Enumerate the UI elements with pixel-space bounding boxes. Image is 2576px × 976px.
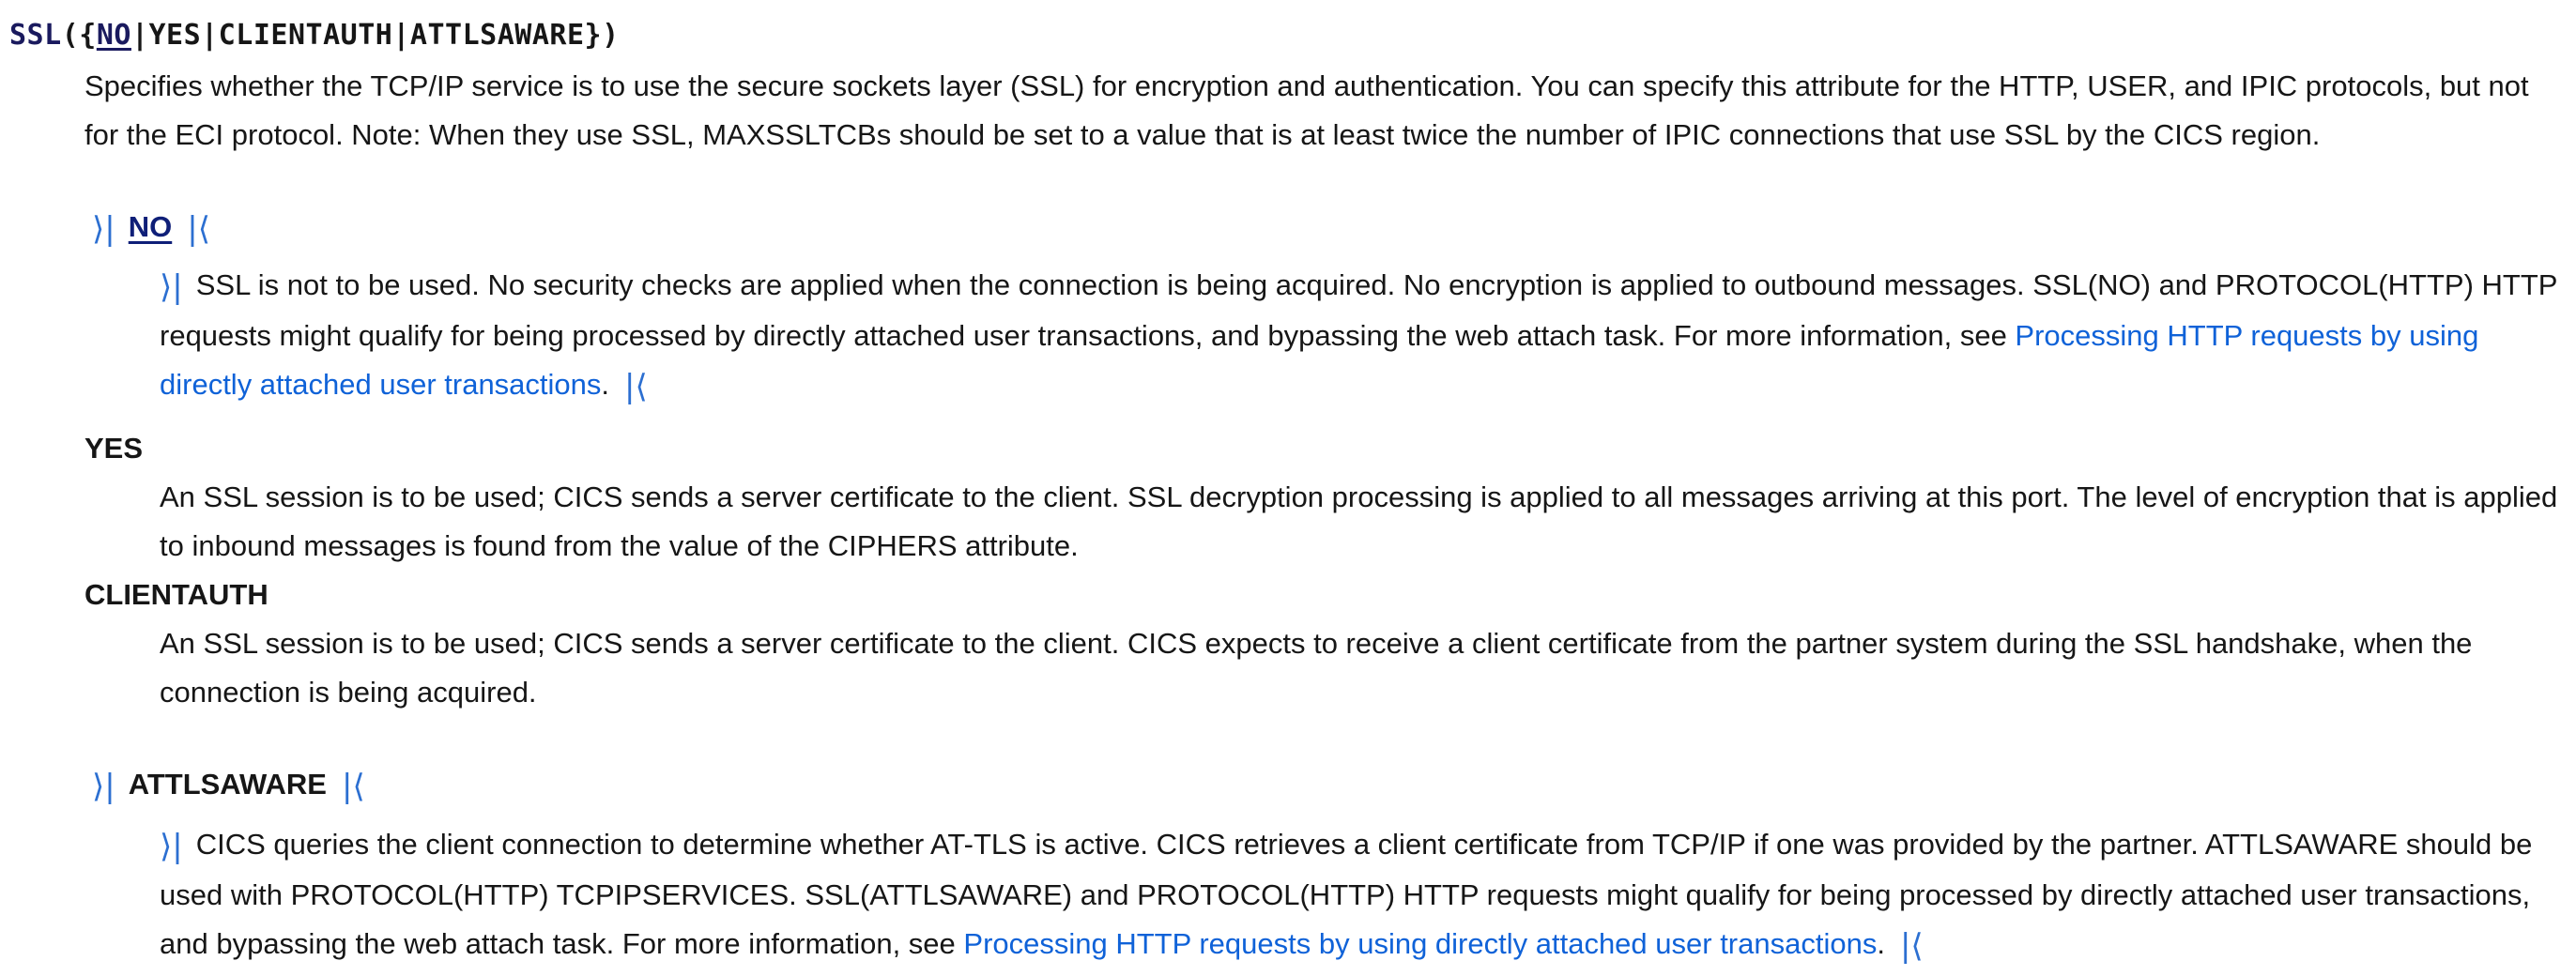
- change-start-icon: ⟩|: [92, 209, 115, 248]
- option-desc-no: ⟩| SSL is not to be used. No security che…: [160, 261, 2563, 411]
- option-attlsaware-label: ATTLSAWARE: [128, 768, 327, 801]
- option-desc-attlsaware: ⟩| CICS queries the client connection to …: [160, 820, 2563, 970]
- syntax-options: |YES|CLIENTAUTH|ATTLSAWARE}: [130, 19, 603, 52]
- document-page: SSL({NO|YES|CLIENTAUTH|ATTLSAWARE}) Spec…: [0, 0, 2576, 976]
- change-end-icon: |⟨: [624, 367, 648, 405]
- change-start-icon: ⟩|: [160, 267, 183, 306]
- option-no-link[interactable]: NO: [129, 210, 173, 243]
- change-start-icon: ⟩|: [92, 767, 115, 805]
- option-term-attlsaware: ⟩| ATTLSAWARE |⟨: [92, 764, 365, 807]
- option-term-no: ⟩| NO |⟨: [92, 206, 210, 250]
- attribute-description: Specifies whether the TCP/IP service is …: [84, 69, 2529, 151]
- option-desc-tail: .: [1877, 926, 1885, 960]
- syntax-keyword: SSL: [9, 19, 62, 52]
- change-start-icon: ⟩|: [160, 827, 183, 865]
- change-end-icon: |⟨: [187, 209, 210, 248]
- change-end-icon: |⟨: [341, 767, 365, 805]
- option-desc-tail: .: [601, 367, 610, 401]
- syntax-default-value: NO: [96, 19, 131, 52]
- syntax-close: ): [602, 19, 620, 52]
- option-desc-yes: An SSL session is to be used; CICS sends…: [160, 480, 2558, 562]
- option-term-clientauth: CLIENTAUTH: [84, 578, 268, 611]
- syntax-open: ({: [61, 19, 97, 52]
- option-term-yes: YES: [84, 432, 144, 465]
- processing-http-link[interactable]: Processing HTTP requests by using direct…: [963, 927, 1877, 960]
- change-end-icon: |⟨: [1899, 926, 1924, 965]
- syntax-diagram: SSL({NO|YES|CLIENTAUTH|ATTLSAWARE}): [9, 15, 620, 56]
- option-desc-clientauth: An SSL session is to be used; CICS sends…: [160, 627, 2473, 709]
